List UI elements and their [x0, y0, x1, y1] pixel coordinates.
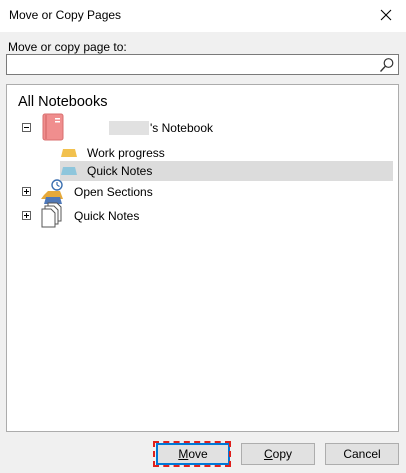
search-box[interactable] [6, 54, 399, 75]
move-accelerator: M [178, 447, 189, 461]
search-input[interactable] [9, 56, 369, 73]
tree-header: All Notebooks [18, 94, 108, 110]
destination-label: Move or copy page to: [8, 40, 127, 54]
search-icon[interactable] [379, 57, 395, 73]
quick-notes-label: Quick Notes [74, 209, 140, 223]
move-button[interactable]: Move [156, 443, 230, 465]
quick-notes-expand-toggle[interactable] [22, 211, 31, 220]
tree-item-section-work-progress[interactable]: Work progress [87, 143, 207, 163]
cancel-button[interactable]: Cancel [325, 443, 399, 465]
section-tab-icon [60, 165, 78, 180]
notebook-tree[interactable]: All Notebooks 's Notebook Work progress … [6, 84, 399, 432]
tree-item-quick-notes[interactable]: Quick Notes [74, 206, 139, 226]
quick-notes-pages-icon [40, 202, 62, 231]
open-sections-label: Open Sections [74, 185, 153, 199]
copy-button[interactable]: Copy [241, 443, 315, 465]
notebook-name: 's Notebook [150, 121, 213, 135]
move-button-rest: ove [188, 447, 208, 461]
redacted-owner-name [109, 121, 149, 135]
title-bar: Move or Copy Pages [0, 0, 406, 32]
section-label: Quick Notes [87, 164, 153, 178]
section-label: Work progress [87, 146, 165, 160]
section-tab-icon [60, 147, 78, 162]
close-button[interactable] [374, 4, 398, 26]
copy-button-rest: opy [272, 447, 293, 461]
window-title: Move or Copy Pages [9, 8, 122, 22]
tree-item-section-quick-notes[interactable]: Quick Notes [60, 161, 393, 181]
cancel-button-label: Cancel [343, 447, 381, 461]
open-sections-expand-toggle[interactable] [22, 187, 31, 196]
tree-item-notebook[interactable]: 's Notebook [109, 118, 213, 138]
copy-accelerator: C [263, 447, 273, 461]
tree-item-open-sections[interactable]: Open Sections [74, 182, 153, 202]
notebook-icon [42, 113, 64, 144]
notebook-collapse-toggle[interactable] [22, 123, 31, 132]
close-icon [380, 9, 392, 21]
